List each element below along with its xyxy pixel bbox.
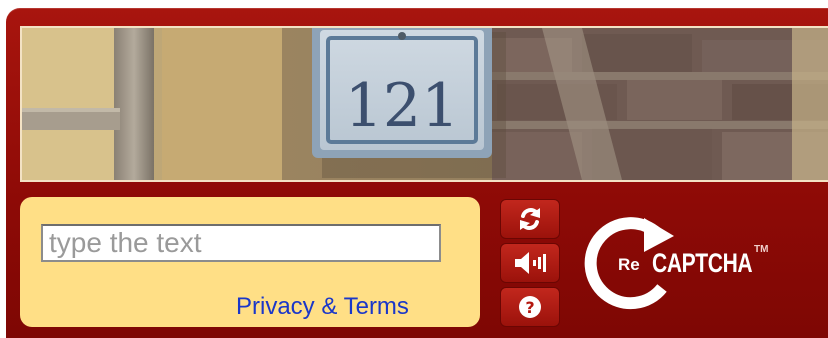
recaptcha-logo: Re CAPTCHA TM <box>578 214 778 314</box>
logo-trademark: TM <box>754 244 769 255</box>
help-icon: ? <box>519 296 541 318</box>
logo-prefix: Re <box>618 255 640 274</box>
challenge-number: 121 <box>345 71 460 141</box>
audio-icon <box>515 252 546 274</box>
answer-panel: Privacy & Terms <box>20 197 480 327</box>
challenge-image: 121 <box>20 26 828 182</box>
reload-icon <box>520 208 540 230</box>
captcha-answer-input[interactable] <box>41 224 441 262</box>
captcha-controls: ? <box>500 199 560 327</box>
svg-text:?: ? <box>525 298 534 317</box>
reload-button[interactable] <box>500 199 560 239</box>
help-button[interactable]: ? <box>500 287 560 327</box>
recaptcha-widget: 121 Privacy & Terms <box>6 8 828 338</box>
logo-name: CAPTCHA <box>652 248 753 278</box>
privacy-terms-link[interactable]: Privacy & Terms <box>236 293 409 321</box>
audio-button[interactable] <box>500 243 560 283</box>
